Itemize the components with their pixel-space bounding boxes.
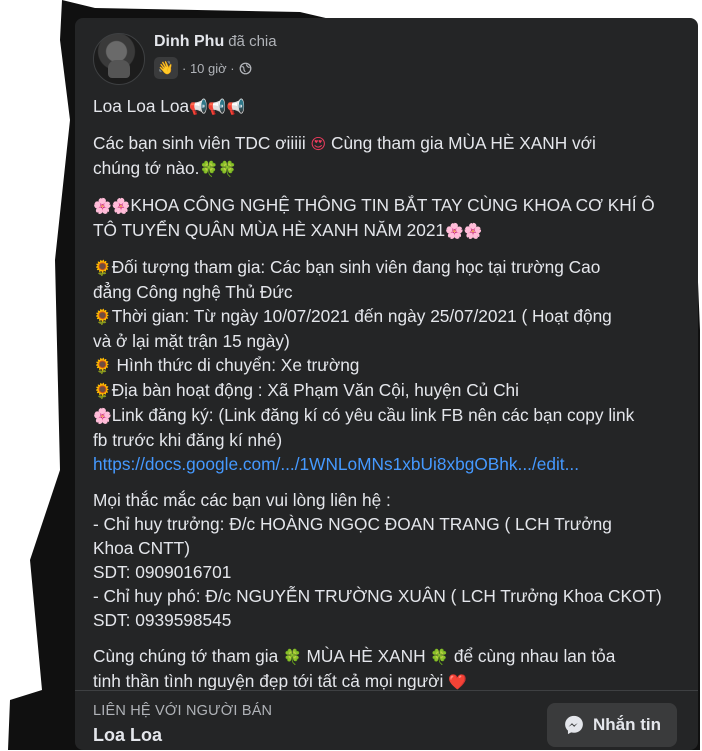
post-text: Hình thức di chuyển: Xe trường — [111, 355, 360, 375]
post-text: MÙA HÈ XANH — [301, 646, 431, 666]
post-line: 🌸Link đăng ký: (Link đăng kí có yêu cầu … — [93, 403, 680, 428]
post-line: - Chỉ huy trưởng: Đ/c HOÀNG NGỌC ĐOAN TR… — [93, 512, 680, 536]
post-line: - Chỉ huy phó: Đ/c NGUYỄN TRƯỜNG XUÂN ( … — [93, 584, 680, 608]
emoji-icon: 🍀 — [430, 648, 450, 666]
emoji-icon: 📢📢📢 — [189, 98, 246, 116]
post-text: Link đăng ký: (Link đăng kí có yêu cầu l… — [111, 405, 635, 425]
author-avatar[interactable] — [93, 33, 145, 85]
post-line: SDT: 0909016701 — [93, 560, 680, 584]
emoji-icon: 🌸🌸 — [445, 222, 483, 240]
post-text: Thời gian: Từ ngày 10/07/2021 đến ngày 2… — [111, 306, 612, 326]
post-line: TÔ TUYỂN QUÂN MÙA HÈ XANH NĂM 2021🌸🌸 — [93, 218, 680, 243]
post-card: Dinh Phu đã chia 👋 · 10 giờ · Loa Loa Loa… — [75, 18, 698, 750]
message-button[interactable]: Nhắn tin — [547, 703, 677, 747]
emoji-icon: 🌸🌸 — [93, 197, 131, 215]
post-text: tinh thần tình nguyện đẹp tới tất cả mọi… — [93, 671, 449, 691]
post-time[interactable]: · 10 giờ · — [182, 61, 235, 76]
post-text: để cùng nhau lan tỏa — [449, 646, 616, 666]
post-text: Cùng tham gia MÙA HÈ XANH với — [326, 133, 596, 153]
marketplace-footer: LIÊN HỆ VỚI NGƯỜI BÁN Loa Loa Nhắn tin — [75, 690, 698, 751]
post-paragraph: Cùng chúng tớ tham gia 🍀 MÙA HÈ XANH 🍀 đ… — [93, 644, 680, 694]
post-line: 🌸🌸KHOA CÔNG NGHỆ THÔNG TIN BẮT TAY CÙNG … — [93, 193, 680, 218]
post-paragraph: Mọi thắc mắc các bạn vui lòng liên hệ : -… — [93, 488, 680, 632]
post-line: 🌻Địa bàn hoạt động : Xã Phạm Văn Cội, hu… — [93, 378, 680, 403]
post-body: Loa Loa Loa📢📢📢 Các bạn sinh viên TDC ơiii… — [93, 94, 680, 706]
post-line: chúng tớ nào.🍀🍀 — [93, 156, 680, 181]
post-line: Loa Loa Loa📢📢📢 — [93, 94, 680, 119]
post-meta: 👋 · 10 giờ · — [154, 57, 252, 79]
emoji-icon: 🌻 — [93, 357, 112, 375]
registration-link[interactable]: https://docs.google.com/.../1WNLoMNs1xbU… — [93, 454, 579, 474]
post-line: và ở lại mặt trận 15 ngày) — [93, 329, 680, 353]
post-line: đẳng Công nghệ Thủ Đức — [93, 280, 680, 304]
post-text: chúng tớ nào. — [93, 158, 200, 178]
post-line: 🌻Thời gian: Từ ngày 10/07/2021 đến ngày … — [93, 304, 680, 329]
post-line: SDT: 0939598545 — [93, 608, 680, 632]
post-line: Khoa CNTT) — [93, 536, 680, 560]
seller-label: LIÊN HỆ VỚI NGƯỜI BÁN — [93, 703, 273, 719]
post-line: Cùng chúng tớ tham gia 🍀 MÙA HÈ XANH 🍀 đ… — [93, 644, 680, 669]
post-text: đẳng Công nghệ Thủ Đức — [93, 282, 293, 302]
post-text: fb trước khi đăng kí nhé) — [93, 430, 283, 450]
post-line: https://docs.google.com/.../1WNLoMNs1xbU… — [93, 452, 680, 476]
author-line: Dinh Phu đã chia — [154, 33, 277, 51]
post-text: Đối tượng tham gia: Các bạn sinh viên đa… — [111, 257, 601, 277]
post-line: fb trước khi đăng kí nhé) — [93, 428, 680, 452]
emoji-icon: 🌻 — [93, 259, 112, 277]
post-line: Mọi thắc mắc các bạn vui lòng liên hệ : — [93, 488, 680, 512]
author-suffix: đã chia — [228, 33, 277, 50]
emoji-icon: 🍀 — [283, 648, 302, 666]
post-text: và ở lại mặt trận 15 ngày) — [93, 331, 290, 351]
post-text: - Chỉ huy phó: Đ/c NGUYỄN TRƯỜNG XUÂN ( … — [93, 586, 662, 606]
post-text: SDT: 0939598545 — [93, 610, 232, 630]
post-text: Mọi thắc mắc các bạn vui lòng liên hệ : — [93, 490, 391, 510]
messenger-icon — [565, 715, 583, 735]
post-paragraph: 🌻Đối tượng tham gia: Các bạn sinh viên đ… — [93, 255, 680, 476]
post-text: TÔ TUYỂN QUÂN MÙA HÈ XANH NĂM 2021 — [93, 220, 446, 240]
emoji-icon: 🌻 — [93, 382, 112, 400]
post-line: 🌻Đối tượng tham gia: Các bạn sinh viên đ… — [93, 255, 680, 280]
wave-glyph: 👋 — [157, 60, 175, 75]
post-text: KHOA CÔNG NGHỆ THÔNG TIN BẮT TAY CÙNG KH… — [130, 195, 655, 215]
post-text: Các bạn sinh viên TDC ơiiiii — [93, 133, 311, 153]
post-line: 🌻 Hình thức di chuyển: Xe trường — [93, 353, 680, 378]
post-paragraph: Các bạn sinh viên TDC ơiiiii 😍 Cùng tham… — [93, 131, 680, 181]
post-text: Loa Loa Loa — [93, 96, 190, 116]
post-text: Khoa CNTT) — [93, 538, 190, 558]
post-text: Cùng chúng tớ tham gia — [93, 646, 284, 666]
post-text: Địa bàn hoạt động : Xã Phạm Văn Cội, huy… — [111, 380, 520, 400]
globe-icon[interactable] — [239, 62, 252, 75]
message-button-label: Nhắn tin — [593, 715, 661, 734]
post-text: SDT: 0909016701 — [93, 562, 232, 582]
author-name[interactable]: Dinh Phu — [154, 33, 224, 50]
emoji-icon: 🌻 — [93, 308, 112, 326]
emoji-icon: 🍀🍀 — [199, 160, 237, 178]
emoji-icon: 😍 — [310, 135, 327, 153]
seller-name[interactable]: Loa Loa — [93, 725, 162, 746]
post-paragraph: Loa Loa Loa📢📢📢 — [93, 94, 680, 119]
post-paragraph: 🌸🌸KHOA CÔNG NGHỆ THÔNG TIN BẮT TAY CÙNG … — [93, 193, 680, 243]
emoji-icon: ❤️ — [448, 673, 467, 691]
wave-hand-icon[interactable]: 👋 — [154, 57, 178, 79]
emoji-icon: 🌸 — [93, 407, 112, 425]
post-header: Dinh Phu đã chia 👋 · 10 giờ · — [93, 33, 688, 93]
post-text: - Chỉ huy trưởng: Đ/c HOÀNG NGỌC ĐOAN TR… — [93, 514, 612, 534]
post-line: Các bạn sinh viên TDC ơiiiii 😍 Cùng tham… — [93, 131, 680, 156]
avatar-figure — [108, 60, 130, 78]
